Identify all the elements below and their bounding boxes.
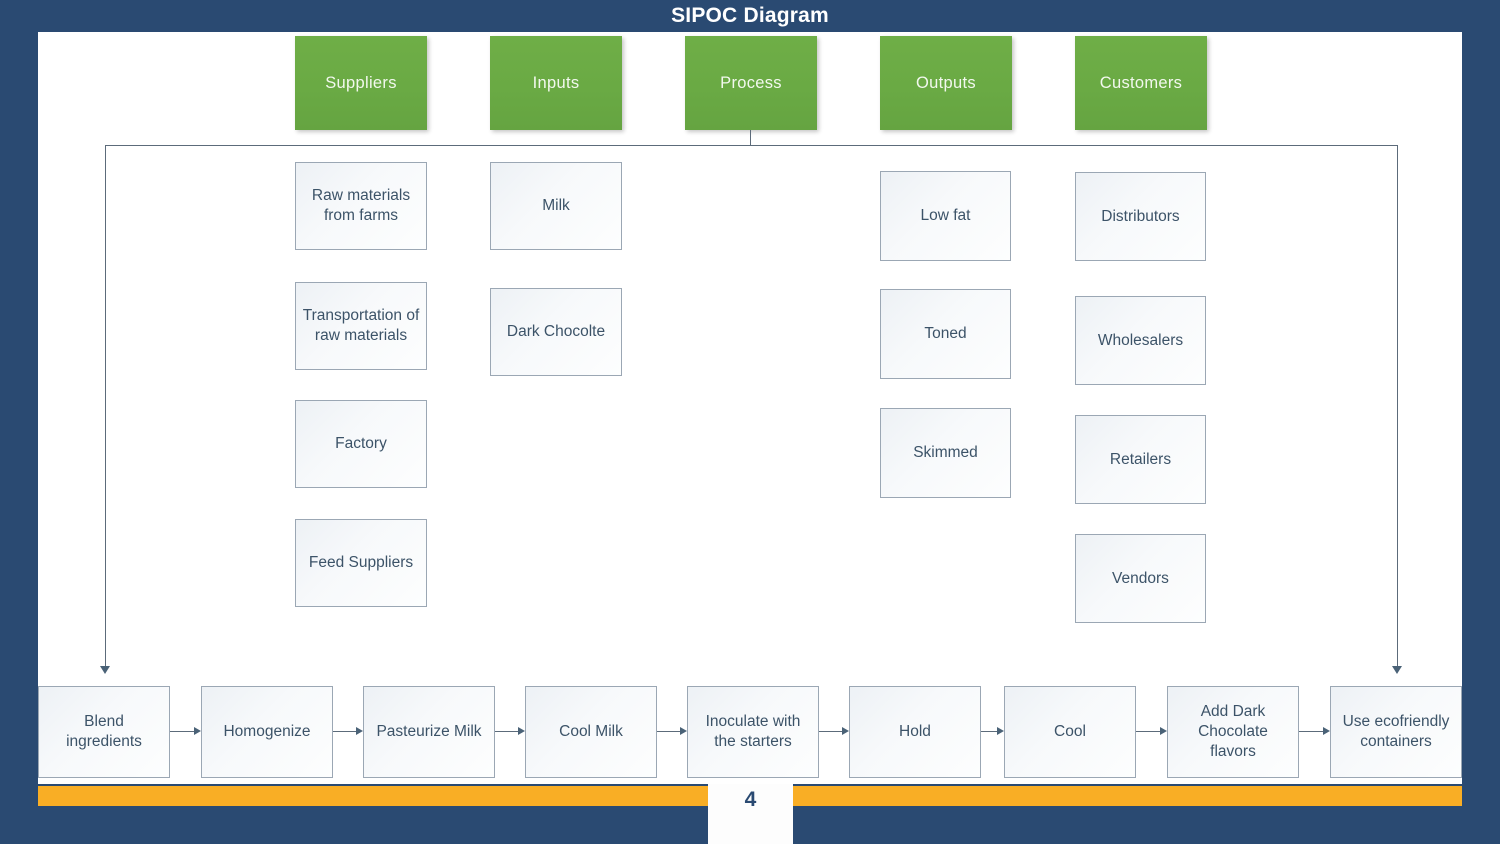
output-card-low-fat[interactable]: Low fat [880,171,1011,261]
input-card-dark-chocolate[interactable]: Dark Chocolte [490,288,622,376]
bracket-right-vertical [1397,145,1398,666]
flow-arrow-icon [842,727,849,735]
process-step-blend-ingredients[interactable]: Blend ingredients [38,686,170,778]
card-label: Blend ingredients [66,713,142,750]
card-label: Factory [335,435,387,453]
card-label: Transportation of raw materials [302,307,420,344]
bracket-left-vertical [105,145,106,666]
flow-connector-line [981,731,997,732]
process-step-cool[interactable]: Cool [1004,686,1136,778]
flow-connector-line [170,731,194,732]
flow-arrow-icon [194,727,201,735]
customer-card-wholesalers[interactable]: Wholesalers [1075,296,1206,385]
sipoc-header-suppliers[interactable]: Suppliers [295,36,427,130]
flow-connector-line [333,731,356,732]
supplier-card-factory[interactable]: Factory [295,400,427,488]
supplier-card-raw-materials[interactable]: Raw materials from farms [295,162,427,250]
card-label: Hold [899,723,931,741]
sipoc-header-label: Inputs [532,73,580,92]
page-number: 4 [744,788,757,811]
card-label: Dark Chocolte [506,323,606,341]
process-step-hold[interactable]: Hold [849,686,981,778]
card-label: Raw materials from farms [311,187,411,224]
flow-connector-line [495,731,518,732]
sipoc-header-label: Suppliers [325,73,397,92]
supplier-card-feed-suppliers[interactable]: Feed Suppliers [295,519,427,607]
card-label: Add Dark Chocolate flavors [1198,703,1268,760]
customer-card-vendors[interactable]: Vendors [1075,534,1206,623]
card-label: Homogenize [223,723,311,741]
input-card-milk[interactable]: Milk [490,162,622,250]
slide-canvas: Suppliers Inputs Process Outputs Custome… [38,32,1462,784]
sipoc-header-customers[interactable]: Customers [1075,36,1207,130]
flow-arrow-icon [997,727,1004,735]
sipoc-header-process[interactable]: Process [685,36,817,130]
process-stem-connector [750,130,751,145]
output-card-toned[interactable]: Toned [880,289,1011,379]
card-label: Milk [542,197,570,215]
card-label: Distributors [1101,207,1180,225]
process-step-add-chocolate[interactable]: Add Dark Chocolate flavors [1167,686,1299,778]
customer-card-distributors[interactable]: Distributors [1075,172,1206,261]
supplier-card-transportation[interactable]: Transportation of raw materials [295,282,427,370]
flow-arrow-icon [680,727,687,735]
card-label: Wholesalers [1097,331,1184,349]
card-label: Feed Suppliers [308,554,414,572]
card-label: Use ecofriendly containers [1342,713,1450,750]
flow-connector-line [1299,731,1323,732]
card-label: Inoculate with the starters [705,713,801,750]
process-step-homogenize[interactable]: Homogenize [201,686,333,778]
flow-arrow-icon [1160,727,1167,735]
sipoc-header-outputs[interactable]: Outputs [880,36,1012,130]
customer-card-retailers[interactable]: Retailers [1075,415,1206,504]
process-step-cool-milk[interactable]: Cool Milk [525,686,657,778]
flow-connector-line [1136,731,1160,732]
process-step-inoculate[interactable]: Inoculate with the starters [687,686,819,778]
card-label: Toned [924,325,967,343]
sipoc-header-label: Customers [1099,73,1183,92]
sipoc-header-label: Process [720,73,782,92]
bracket-right-arrowhead [1392,666,1402,674]
card-label: Cool [1054,723,1086,741]
flow-connector-line [819,731,842,732]
card-label: Cool Milk [559,723,623,741]
sipoc-header-inputs[interactable]: Inputs [490,36,622,130]
flow-arrow-icon [518,727,525,735]
flow-connector-line [657,731,680,732]
page-title: SIPOC Diagram [671,4,829,27]
flow-arrow-icon [1323,727,1330,735]
bracket-horizontal [105,145,1397,146]
process-step-pasteurize-milk[interactable]: Pasteurize Milk [363,686,495,778]
card-label: Retailers [1109,450,1172,468]
card-label: Pasteurize Milk [376,723,482,741]
bracket-left-arrowhead [100,666,110,674]
card-label: Vendors [1112,569,1169,587]
sipoc-header-label: Outputs [916,73,976,92]
flow-arrow-icon [356,727,363,735]
page-number-plate: 4 [708,784,793,844]
output-card-skimmed[interactable]: Skimmed [880,408,1011,498]
process-step-eco-containers[interactable]: Use ecofriendly containers [1330,686,1462,778]
card-label: Low fat [920,207,971,225]
card-label: Skimmed [913,444,978,462]
